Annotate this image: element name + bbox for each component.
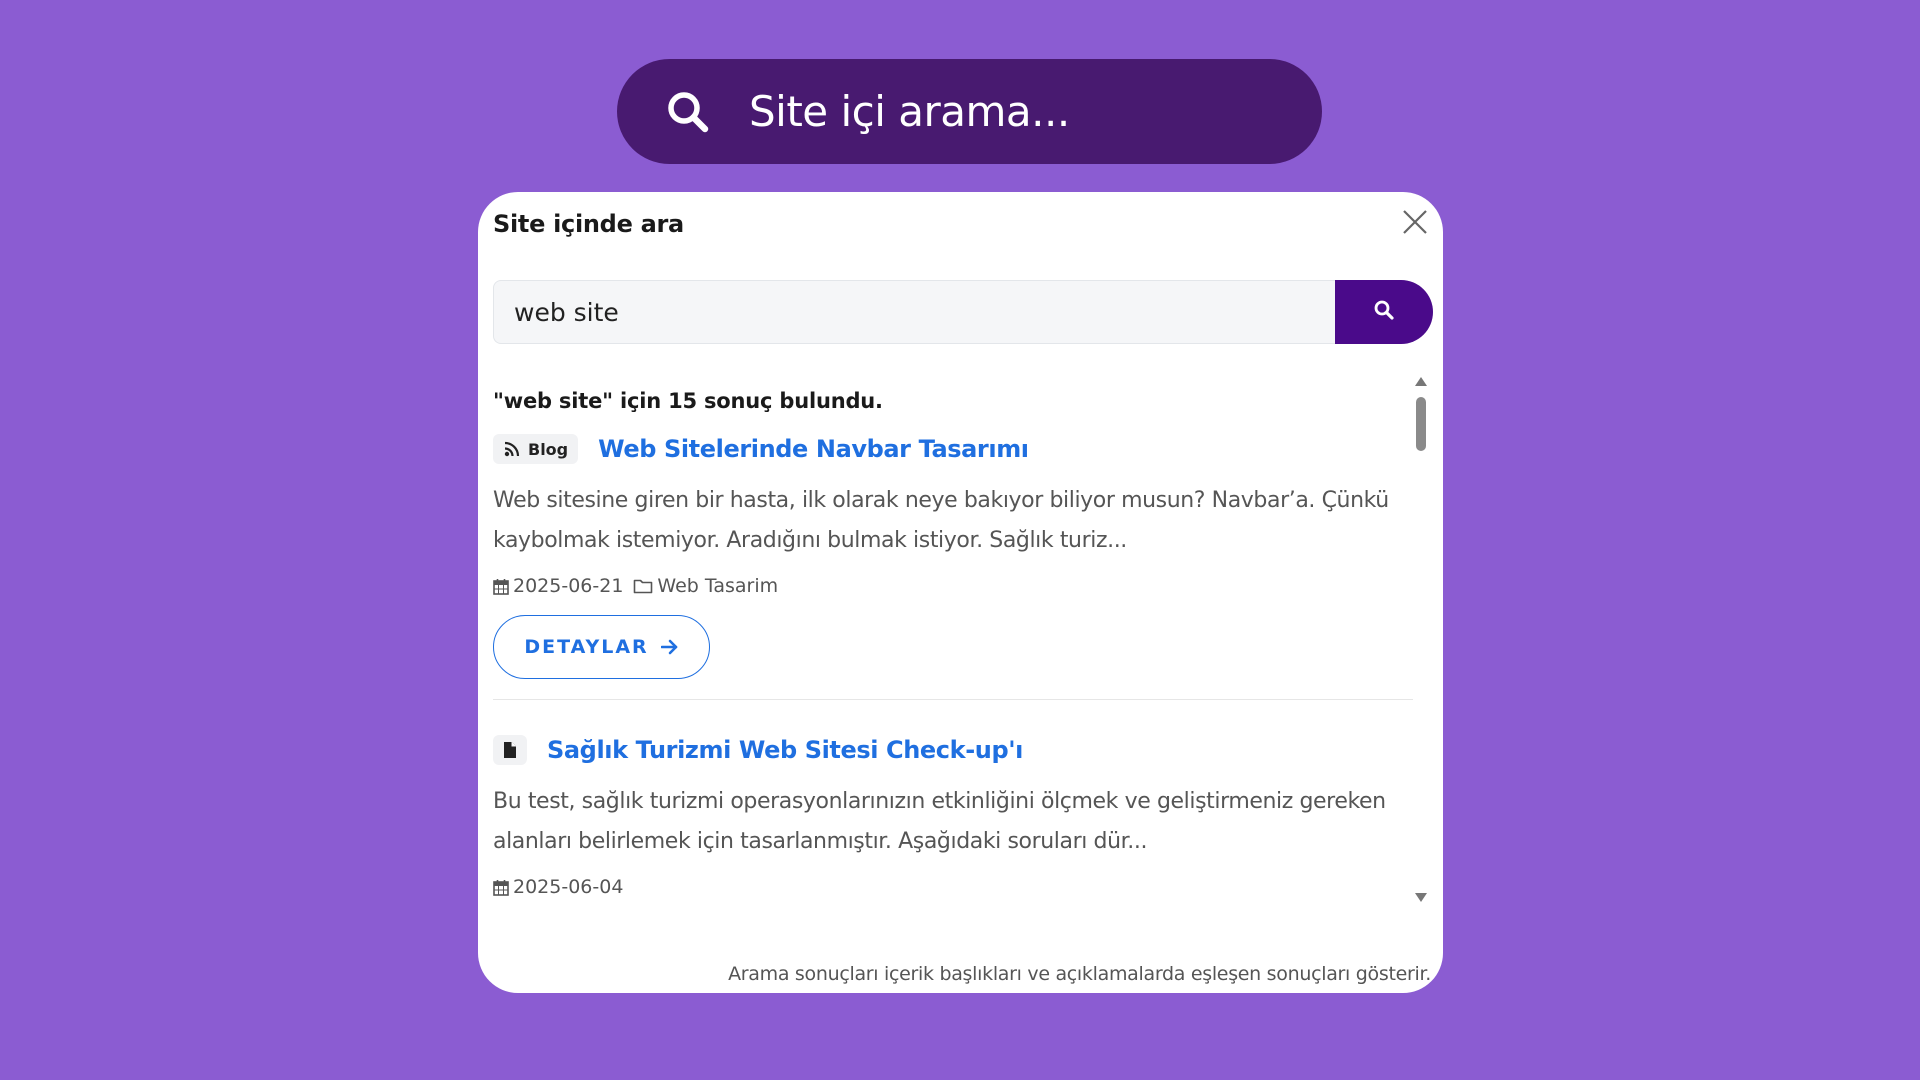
results-count: "web site" için 15 sonuç bulundu. [493,389,883,413]
type-badge-label: Blog [528,439,569,459]
details-button[interactable]: DETAYLAR [493,615,710,679]
scroll-thumb[interactable] [1416,397,1426,451]
scroll-down-arrow-icon[interactable] [1415,893,1427,902]
result-meta: 2025-06-04 [493,874,1418,900]
search-form [493,280,1433,344]
close-button[interactable] [1397,206,1433,242]
type-badge-document [493,735,527,765]
type-badge-blog: Blog [493,434,579,464]
result-excerpt: Bu test, sağlık turizmi operasyonlarınız… [493,789,1386,854]
hero-search-label: Site içi arama... [749,87,1070,136]
results-list: "web site" için 15 sonuç bulundu. Blog W… [493,377,1418,942]
result-meta: 2025-06-21 Web Tasarim [493,573,1418,599]
close-icon [1401,208,1429,240]
search-icon [1373,299,1395,325]
result-excerpt: Web sitesine giren bir hasta, ilk olarak… [493,488,1389,553]
scroll-up-arrow-icon[interactable] [1415,377,1427,386]
hero-search-button[interactable]: Site içi arama... [617,59,1322,164]
document-icon [503,741,517,759]
result-title-link[interactable]: Web Sitelerinde Navbar Tasarımı [598,435,1029,463]
result-date: 2025-06-04 [513,876,624,898]
modal-title: Site içinde ara [493,210,684,238]
search-input[interactable] [493,280,1335,344]
arrow-right-icon [660,639,679,655]
search-modal: Site içinde ara "web site" için 15 sonuç… [478,192,1443,993]
rss-icon [503,440,521,458]
result-title-link[interactable]: Sağlık Turizmi Web Sitesi Check-up'ı [547,736,1023,764]
result-category: Web Tasarim [657,575,779,597]
search-icon [661,85,715,139]
calendar-icon [493,578,509,595]
calendar-icon [493,879,509,896]
results-scrollbar[interactable] [1413,377,1429,902]
result-item: Blog Web Sitelerinde Navbar Tasarımı Web… [493,429,1418,700]
footer-note: Arama sonuçları içerik başlıkları ve açı… [728,963,1431,985]
result-divider [493,699,1413,700]
result-date: 2025-06-21 [513,575,624,597]
folder-icon [633,578,653,594]
details-button-label: DETAYLAR [524,636,649,658]
result-item: Sağlık Turizmi Web Sitesi Check-up'ı Bu … [493,730,1418,900]
search-submit-button[interactable] [1335,280,1433,344]
